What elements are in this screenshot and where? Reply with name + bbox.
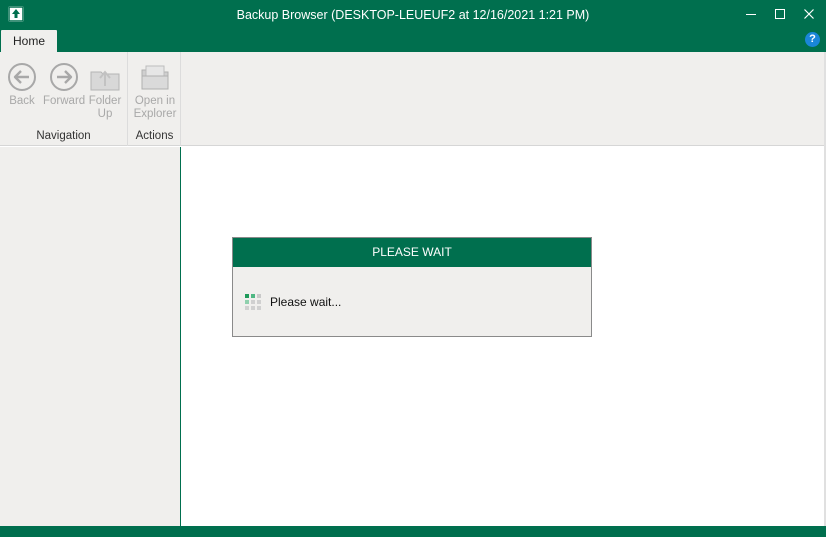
ribbon-tab-strip: Home ? [0,30,826,52]
ribbon-group-navigation: Back Forward Folder Up Navigation [0,52,128,146]
back-arrow-icon [8,63,36,91]
ribbon-group-actions: Open in Explorer Actions [129,52,181,146]
wait-message: Please wait... [270,295,342,309]
backup-browser-window: Backup Browser (DESKTOP-LEUEUF2 at 12/16… [0,0,826,537]
back-label: Back [9,95,35,107]
folder-up-icon [90,70,120,91]
actions-group-label: Actions [135,130,174,142]
maximize-icon [775,9,785,19]
forward-label: Forward [43,95,86,107]
help-icon[interactable]: ? [805,32,820,47]
tab-home[interactable]: Home [1,30,57,52]
title-bar[interactable]: Backup Browser (DESKTOP-LEUEUF2 at 12/16… [0,0,826,30]
minimize-button[interactable] [736,0,766,28]
back-button[interactable]: Back [5,62,39,108]
please-wait-dialog: PLEASE WAIT Please wait... [232,237,592,337]
close-button[interactable] [794,0,824,28]
open-in-explorer-button[interactable]: Open in Explorer [133,62,177,121]
forward-button[interactable]: Forward [43,62,85,108]
close-icon [804,9,814,19]
loading-spinner-icon [245,294,261,310]
dialog-title: PLEASE WAIT [233,238,591,267]
open-in-explorer-label: Open in Explorer [133,95,177,120]
maximize-button[interactable] [765,0,795,28]
folder-up-button[interactable]: Folder Up [87,62,123,121]
window-title: Backup Browser (DESKTOP-LEUEUF2 at 12/16… [236,8,590,22]
minimize-icon [746,14,756,15]
folder-tree-pane[interactable] [0,147,180,526]
status-bar [0,526,826,537]
dialog-body: Please wait... [233,267,591,336]
ribbon: Back Forward Folder Up Navigation Open i… [0,52,826,146]
open-folder-icon [141,65,169,90]
navigation-group-label: Navigation [36,130,91,142]
folder-up-label: Folder Up [88,95,122,120]
forward-arrow-icon [50,63,78,91]
